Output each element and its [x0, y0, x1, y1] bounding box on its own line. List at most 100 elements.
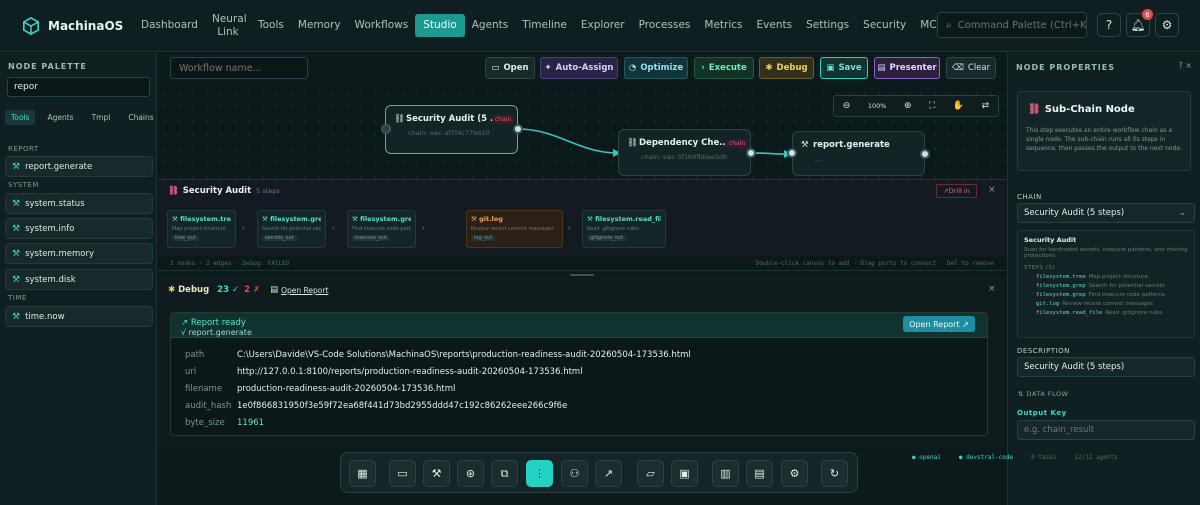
drill-in-button[interactable]: ↗ Drill in [936, 184, 977, 198]
report-field: audit_hash 1e0f866831950f3e59f72ea68f441d… [185, 401, 567, 411]
dock-agents-button[interactable]: ⚇ [561, 460, 588, 487]
node-report-generate[interactable]: ⚒ report.generate ... [792, 131, 925, 176]
field-key: filename [185, 384, 223, 394]
tab-tmpl[interactable]: Tmpl [86, 110, 117, 125]
nav-processes[interactable]: Processes [632, 19, 698, 32]
dock-chart-button[interactable]: ▥ [712, 460, 739, 487]
dock-grid-button[interactable]: ▦ [349, 460, 376, 487]
palette-item[interactable]: ⚒ system.status [5, 193, 153, 214]
workflow-canvas[interactable]: ⛓ Security Audit (5 ... chain chain: swc… [158, 86, 1006, 179]
chain-step[interactable]: ⚒ filesystem.tree Map project structure … [167, 210, 236, 248]
workflow-name-input[interactable] [170, 57, 308, 79]
chevron-right-icon: › [422, 224, 425, 232]
step-tool: git.log [1036, 301, 1060, 307]
open-report-button[interactable]: Open Report ↗ [903, 316, 975, 332]
auto-assign-button[interactable]: ✦ Auto-Assign [540, 57, 618, 79]
chain-detail-step: git.log Review recent commit messages [1024, 301, 1188, 307]
nav-explorer[interactable]: Explorer [574, 19, 632, 32]
output-key-input[interactable] [1017, 420, 1195, 440]
nav-agents[interactable]: Agents [465, 19, 516, 32]
nav-studio[interactable]: Studio [415, 14, 465, 37]
nav-metrics[interactable]: Metrics [697, 19, 749, 32]
dock-refresh-button[interactable]: ↻ [821, 460, 848, 487]
command-palette-input[interactable]: ⌕ Command Palette (Ctrl+K) [937, 12, 1087, 38]
chain-step[interactable]: ⚒ filesystem.grep Search for potential s… [257, 210, 326, 248]
nav-security[interactable]: Security [856, 19, 913, 32]
app-name: MachinaOS [48, 18, 124, 33]
status-provider: ● openai [912, 454, 941, 461]
output-port[interactable] [920, 149, 930, 159]
help-icon[interactable]: ? [1179, 61, 1183, 70]
save-button[interactable]: ▣ Save [820, 57, 868, 79]
debug-button[interactable]: ✱ Debug [759, 57, 814, 79]
nav-dashboard[interactable]: Dashboard [134, 19, 205, 32]
settings-button[interactable]: ⚙ [1155, 13, 1179, 37]
palette-item[interactable]: ⚒ time.now [5, 306, 153, 327]
description-input[interactable]: Security Audit (5 steps) [1017, 357, 1195, 377]
palette-item[interactable]: ⚒ report.generate [5, 156, 153, 177]
fit-view-icon[interactable]: ⛶ [929, 101, 935, 111]
dock-workflow-button[interactable]: ⧉ [491, 460, 518, 487]
swap-icon[interactable]: ⇄ [982, 101, 990, 111]
close-icon[interactable]: × [988, 284, 996, 294]
zoom-out-icon[interactable]: ⊖ [843, 101, 851, 111]
chain-detail-step: filesystem.grep Search for potential secr… [1024, 283, 1188, 289]
close-icon[interactable]: × [988, 185, 996, 195]
palette-item[interactable]: ⚒ system.info [5, 218, 153, 239]
resize-handle[interactable] [570, 274, 594, 276]
input-port[interactable] [787, 148, 797, 158]
dock-folder-button[interactable]: ▱ [637, 460, 664, 487]
input-port[interactable] [381, 124, 391, 134]
dock-cpu-button[interactable]: ⊛ [457, 460, 484, 487]
execute-button[interactable]: › Execute [694, 57, 754, 79]
tab-chains[interactable]: Chains [122, 110, 159, 125]
node-dependency-check[interactable]: ⛓ Dependency Che... chain chain: swc-5f1… [618, 129, 751, 176]
nav-memory[interactable]: Memory [291, 19, 348, 32]
close-icon[interactable]: × [1185, 61, 1192, 70]
step-output: log_out [471, 235, 496, 241]
field-value[interactable]: http://127.0.0.1:8100/reports/production… [237, 367, 583, 377]
zoom-in-icon[interactable]: ⊕ [904, 101, 912, 111]
chain-select[interactable]: Security Audit (5 steps) ⌄ [1017, 203, 1195, 223]
palette-search-input[interactable] [7, 77, 150, 97]
dock-monitor-button[interactable]: ▣ [671, 460, 698, 487]
presenter-button[interactable]: ▤ Presenter [874, 57, 940, 79]
dock-studio-button[interactable]: ⋮ [526, 460, 553, 487]
nav-events[interactable]: Events [750, 19, 800, 32]
nav-tools[interactable]: Tools [251, 19, 291, 32]
chain-step[interactable]: ⚒ filesystem.grep Find insecure code pat… [347, 210, 416, 248]
optimize-button[interactable]: ◔ Optimize [624, 57, 688, 79]
chevron-down-icon: ⌄ [1178, 208, 1186, 218]
chain-detail: Security Audit Scan for hardcoded secret… [1017, 230, 1195, 338]
edge[interactable] [517, 128, 619, 154]
help-button[interactable]: ? [1097, 13, 1121, 37]
output-port[interactable] [746, 148, 756, 158]
node-title: Security Audit (5 ... [406, 114, 500, 124]
wrench-icon: ⚒ [12, 161, 21, 172]
open-report-link[interactable]: Open Report [281, 286, 328, 295]
nav-neural-link[interactable]: Neural Link [205, 13, 251, 39]
clear-button[interactable]: ⌫ Clear [946, 57, 996, 79]
tab-tools[interactable]: Tools [5, 110, 36, 125]
dock-metrics-button[interactable]: ↗ [595, 460, 622, 487]
nav-timeline[interactable]: Timeline [515, 19, 574, 32]
edge[interactable] [750, 152, 789, 155]
nav-settings[interactable]: Settings [799, 19, 856, 32]
canvas-status-strip: 3 nodes · 2 edges · Debug: FAILED Double… [158, 257, 1006, 271]
tab-agents[interactable]: Agents [41, 110, 79, 125]
notifications-button[interactable]: 🔔︎ 6 [1126, 9, 1153, 37]
brand[interactable]: MachinaOS [0, 16, 134, 35]
dock-tools-button[interactable]: ⚒ [423, 460, 450, 487]
chain-step[interactable]: ⚒ git.log Review recent commit messages … [466, 210, 563, 248]
palette-item[interactable]: ⚒ system.disk [5, 269, 153, 290]
output-port[interactable] [513, 124, 523, 134]
pan-hand-icon[interactable]: ✋ [953, 101, 964, 111]
dock-terminal-button[interactable]: ▭ [389, 460, 416, 487]
dock-settings-button[interactable]: ⚙ [781, 460, 808, 487]
chain-step[interactable]: ⚒ filesystem.read_file Read .gitignore r… [582, 210, 666, 248]
nav-workflows[interactable]: Workflows [348, 19, 416, 32]
dock-docs-button[interactable]: ▤ [746, 460, 773, 487]
node-security-audit[interactable]: ⛓ Security Audit (5 ... chain chain: swc… [385, 105, 518, 154]
palette-item[interactable]: ⚒ system.memory [5, 243, 153, 264]
open-button[interactable]: ▭ Open [485, 57, 535, 79]
